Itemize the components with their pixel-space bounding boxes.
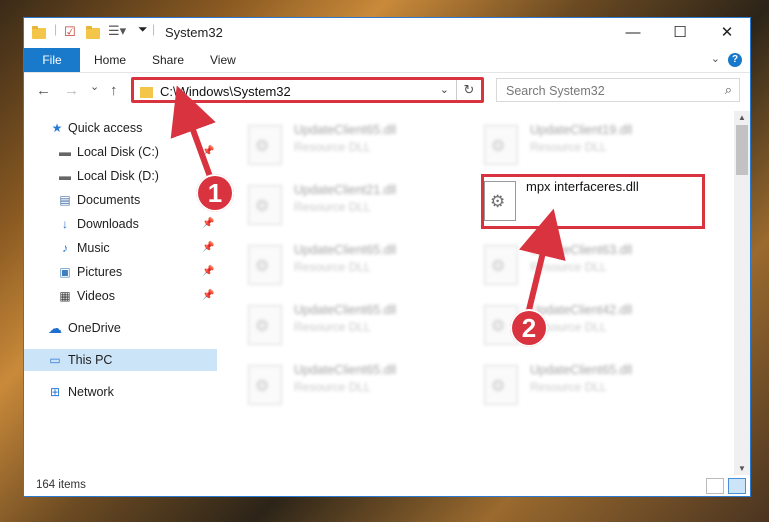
step-2-badge: 2 (510, 309, 548, 347)
step-1-badge: 1 (196, 174, 234, 212)
arrow-to-address-bar (170, 85, 216, 184)
annotation-arrows (170, 85, 566, 315)
arrow-to-file (518, 208, 566, 315)
